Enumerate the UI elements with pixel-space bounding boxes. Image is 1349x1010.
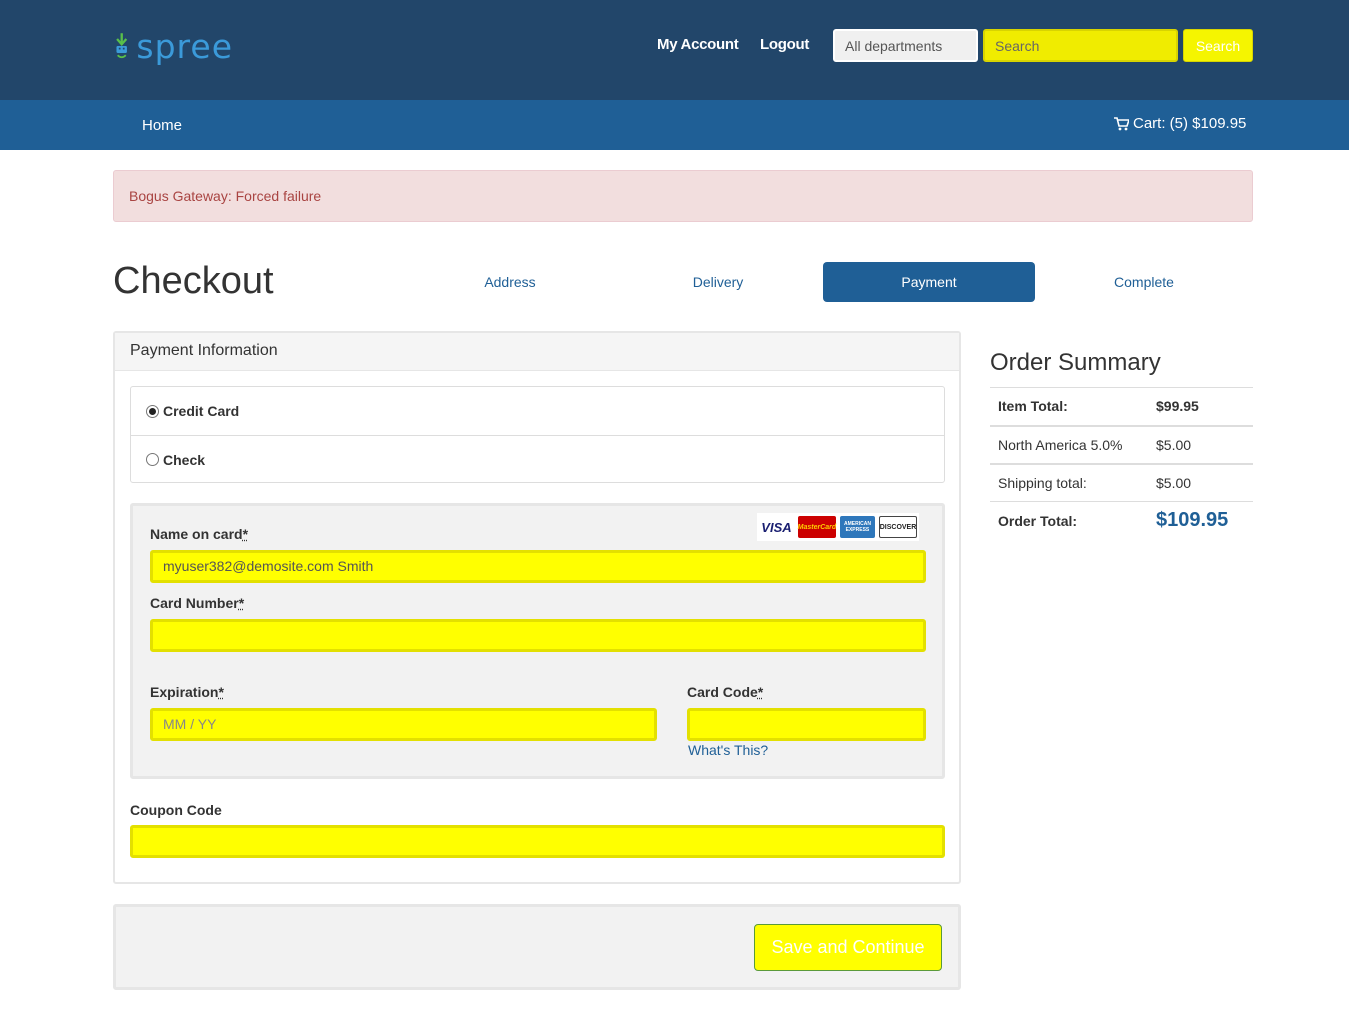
brand-name: spree [136, 26, 233, 66]
step-address[interactable]: Address [404, 262, 616, 302]
step-delivery[interactable]: Delivery [612, 262, 824, 302]
spree-logo[interactable]: spree [113, 20, 233, 72]
summary-label: Shipping total: [990, 462, 1148, 502]
required-marker: * [238, 595, 245, 611]
card-code-label-text: Card Code [687, 684, 758, 700]
check-label: Check [163, 451, 206, 468]
card-code-input[interactable] [687, 708, 926, 741]
card-logos: VISA MasterCard AMERICAN EXPRESS DISCOVE… [757, 513, 919, 541]
coupon-code-label: Coupon Code [130, 802, 222, 818]
required-marker: * [757, 684, 764, 700]
order-total-value: $109.95 [1148, 501, 1253, 540]
payment-panel-title: Payment Information [115, 333, 959, 371]
card-code-label: Card Code* [687, 684, 763, 700]
summary-label: North America 5.0% [990, 424, 1148, 464]
expiration-label-text: Expiration [150, 684, 219, 700]
step-payment[interactable]: Payment [823, 262, 1035, 302]
checkout-actions: Save and Continue [113, 904, 961, 990]
credit-card-form: VISA MasterCard AMERICAN EXPRESS DISCOVE… [130, 503, 945, 779]
summary-label: Item Total: [990, 387, 1148, 426]
discover-logo-icon: DISCOVER [879, 516, 917, 538]
name-on-card-label: Name on card* [150, 526, 248, 542]
mastercard-logo-icon: MasterCard [798, 516, 836, 538]
payment-method-credit-card[interactable]: Credit Card [131, 387, 944, 435]
card-number-input[interactable] [150, 619, 926, 652]
save-and-continue-button[interactable]: Save and Continue [754, 924, 942, 971]
step-complete[interactable]: Complete [1038, 262, 1250, 302]
coupon-code-input[interactable] [130, 825, 945, 858]
order-summary-title: Order Summary [990, 349, 1161, 376]
summary-row-item-total: Item Total: $99.95 [990, 387, 1253, 426]
summary-value: $5.00 [1148, 462, 1253, 502]
whats-this-link[interactable]: What's This? [688, 742, 768, 758]
visa-logo-icon: VISA [759, 516, 794, 538]
payment-panel: Payment Information Credit Card Check VI… [113, 331, 961, 884]
name-on-card-label-text: Name on card [150, 526, 243, 542]
expiration-label: Expiration* [150, 684, 224, 700]
summary-value: $5.00 [1148, 424, 1253, 464]
department-select[interactable]: All departments [833, 29, 978, 62]
my-account-link[interactable]: My Account [657, 36, 739, 53]
payment-method-list: Credit Card Check [130, 386, 945, 483]
summary-row-tax: North America 5.0% $5.00 [990, 424, 1253, 464]
expiration-input[interactable]: MM / YY [150, 708, 657, 741]
payment-method-check[interactable]: Check [131, 435, 944, 483]
cart-icon [1114, 116, 1129, 130]
cart-summary-text: Cart: (5) $109.95 [1133, 115, 1247, 132]
name-on-card-input[interactable]: myuser382@demosite.com Smith [150, 550, 926, 583]
required-marker: * [218, 684, 224, 700]
required-marker: * [242, 526, 249, 542]
amex-logo-icon: AMERICAN EXPRESS [839, 516, 875, 538]
check-radio[interactable] [146, 453, 159, 466]
card-number-label: Card Number* [150, 595, 244, 611]
order-summary-table: Item Total: $99.95 North America 5.0% $5… [990, 387, 1253, 540]
summary-value: $99.95 [1148, 387, 1253, 426]
error-alert: Bogus Gateway: Forced failure [113, 170, 1253, 222]
cart-link[interactable]: Cart: (5) $109.95 [1114, 115, 1246, 132]
summary-row-shipping: Shipping total: $5.00 [990, 462, 1253, 502]
search-input[interactable]: Search [983, 29, 1178, 62]
page-title: Checkout [113, 260, 274, 302]
search-button[interactable]: Search [1183, 29, 1253, 62]
nav-home-link[interactable]: Home [142, 117, 182, 134]
logout-link[interactable]: Logout [760, 36, 809, 53]
credit-card-label: Credit Card [163, 403, 240, 419]
summary-row-order-total: Order Total: $109.95 [990, 501, 1253, 540]
card-number-label-text: Card Number [150, 595, 239, 611]
spree-logo-icon [116, 33, 128, 59]
summary-label: Order Total: [990, 501, 1148, 540]
site-header: spree My Account Logout All departments … [0, 0, 1349, 100]
main-navbar: Home Cart: (5) $109.95 [0, 100, 1349, 150]
credit-card-radio[interactable] [146, 404, 159, 418]
